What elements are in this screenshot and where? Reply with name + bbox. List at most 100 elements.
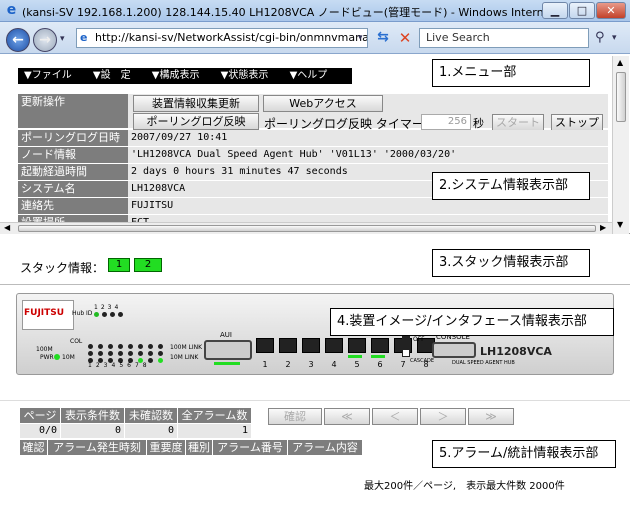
switch-off[interactable] bbox=[402, 336, 410, 344]
search-input[interactable]: Live Search bbox=[419, 28, 589, 48]
divider bbox=[0, 284, 630, 285]
link-10m-label: 10M LINK bbox=[170, 354, 199, 361]
alarm-stats-values: 0/0 0 0 1 bbox=[20, 424, 251, 438]
refresh-icon[interactable]: ⇆ bbox=[373, 29, 393, 47]
ethernet-port[interactable] bbox=[348, 338, 366, 353]
stack-unit-2[interactable]: 2 bbox=[134, 258, 162, 272]
callout-menu: 1.メニュー部 bbox=[432, 59, 590, 87]
search-dropdown-icon[interactable]: ▾ bbox=[612, 33, 617, 43]
info-label: ノード情報 bbox=[18, 147, 128, 163]
stack-label: スタック情報： bbox=[20, 261, 105, 275]
vscroll-thumb[interactable] bbox=[616, 72, 626, 122]
maximize-button[interactable]: □ bbox=[569, 2, 595, 19]
horizontal-scrollbar[interactable]: ◀ ▶ bbox=[0, 222, 612, 234]
col-label: COL bbox=[70, 338, 83, 345]
stats-value: 0/0 bbox=[20, 424, 60, 438]
menu-bar: ▼ファイル ▼設 定 ▼構成表示 ▼状態表示 ▼ヘルプ bbox=[18, 68, 352, 84]
hub-id-numbers: 1234 bbox=[94, 304, 122, 311]
callout-alarm: 5.アラーム/統計情報表示部 bbox=[432, 440, 616, 468]
web-access-button[interactable]: Webアクセス bbox=[263, 95, 383, 112]
history-dropdown-icon[interactable]: ▾ bbox=[60, 34, 65, 44]
ethernet-port[interactable] bbox=[256, 338, 274, 353]
switch-cascade[interactable] bbox=[402, 349, 410, 357]
info-value: 2007/09/27 10:41 bbox=[128, 130, 608, 146]
stats-header: 全アラーム数 bbox=[178, 408, 251, 423]
stop-button[interactable]: ストップ bbox=[551, 114, 603, 131]
info-value: FUJITSU bbox=[128, 198, 608, 214]
timer-input[interactable]: 256 bbox=[421, 114, 471, 130]
divider bbox=[0, 400, 630, 401]
port-8-link bbox=[371, 355, 385, 358]
scroll-up-icon[interactable]: ▲ bbox=[617, 58, 623, 67]
start-button[interactable]: スタート bbox=[492, 114, 544, 131]
ie-logo-icon: e bbox=[6, 2, 17, 18]
info-row: 連絡先 FUJITSU bbox=[18, 198, 608, 214]
alarm-col-header: アラーム番号 bbox=[213, 440, 287, 455]
back-button[interactable]: ← bbox=[6, 28, 30, 52]
scroll-thumb[interactable] bbox=[18, 225, 596, 232]
collect-update-button[interactable]: 装置情報収集更新 bbox=[133, 95, 259, 112]
menu-help[interactable]: ▼ヘルプ bbox=[284, 68, 328, 84]
alarm-stats-header: ページ 表示条件数 未確認数 全アラーム数 bbox=[20, 408, 251, 423]
stats-header: 表示条件数 bbox=[61, 408, 124, 423]
device-model: LH1208VCA bbox=[480, 345, 552, 358]
stats-value: 0 bbox=[61, 424, 124, 438]
callout-stack: 3.スタック情報表示部 bbox=[432, 249, 590, 277]
alarm-col-header: アラーム発生時刻 bbox=[48, 440, 146, 455]
alarm-col-header: アラーム内容 bbox=[288, 440, 362, 455]
polling-log-button[interactable]: ポーリングログ反映 bbox=[133, 113, 259, 130]
port-6-link bbox=[348, 355, 362, 358]
scroll-down-icon[interactable]: ▼ bbox=[617, 220, 623, 229]
hub-id-leds bbox=[94, 312, 123, 317]
menu-file[interactable]: ▼ファイル bbox=[18, 68, 72, 84]
search-icon[interactable]: ⚲ bbox=[595, 30, 605, 45]
callout-system: 2.システム情報表示部 bbox=[432, 172, 590, 200]
info-label: ポーリングログ日時 bbox=[18, 130, 128, 146]
aui-label: AUI bbox=[220, 331, 232, 339]
port-numbers: 12345678 bbox=[262, 360, 429, 369]
ethernet-port[interactable] bbox=[302, 338, 320, 353]
menu-config-view[interactable]: ▼構成表示 bbox=[146, 68, 200, 84]
ethernet-port[interactable] bbox=[325, 338, 343, 353]
stats-value: 1 bbox=[178, 424, 251, 438]
update-label: 更新操作 bbox=[18, 94, 128, 128]
led-100m-label: 100M bbox=[36, 346, 53, 353]
first-page-button[interactable]: ≪ bbox=[324, 408, 370, 425]
menu-status-view[interactable]: ▼状態表示 bbox=[215, 68, 269, 84]
scroll-left-icon[interactable]: ◀ bbox=[4, 223, 10, 232]
alarm-col-header: 重要度 bbox=[147, 440, 185, 455]
alarm-col-header: 種別 bbox=[186, 440, 212, 455]
url-input[interactable]: http://kansi-sv/NetworkAssist/cgi-bin/on… bbox=[76, 28, 368, 48]
menu-settings[interactable]: ▼設 定 bbox=[87, 68, 131, 84]
next-page-button[interactable]: ＞ bbox=[420, 408, 466, 425]
info-label: 連絡先 bbox=[18, 198, 128, 214]
led-pwr-label: PWR bbox=[40, 354, 54, 361]
led-10m-label: 10M bbox=[62, 354, 75, 361]
stack-unit-1[interactable]: 1 bbox=[108, 258, 130, 272]
link-100m-label: 100M LINK bbox=[170, 344, 203, 351]
minimize-button[interactable]: ▁ bbox=[542, 2, 568, 19]
info-label: 起動経過時間 bbox=[18, 164, 128, 180]
url-dropdown-icon[interactable]: ▾ bbox=[358, 33, 363, 43]
aui-port[interactable] bbox=[204, 340, 252, 360]
alarm-table-header: 確認 アラーム発生時刻 重要度 種別 アラーム番号 アラーム内容 bbox=[20, 440, 362, 455]
info-label: システム名 bbox=[18, 181, 128, 197]
device-subtitle: DUAL SPEED AGENT HUB bbox=[452, 360, 515, 366]
window-title: (kansi-SV 192.168.1.200) 128.144.15.40 L… bbox=[22, 6, 576, 19]
last-page-button[interactable]: ≫ bbox=[468, 408, 514, 425]
fujitsu-logo: FUJITSU bbox=[24, 308, 65, 318]
vertical-scrollbar[interactable]: ▲ ▼ bbox=[612, 56, 629, 234]
close-button[interactable]: ✕ bbox=[596, 2, 626, 19]
confirm-button[interactable]: 確認 bbox=[268, 408, 322, 425]
stop-icon[interactable]: ✕ bbox=[396, 29, 414, 47]
info-row: ノード情報 'LH1208VCA Dual Speed Agent Hub' 'V… bbox=[18, 147, 608, 163]
hub-id-label: Hub ID bbox=[72, 310, 93, 317]
prev-page-button[interactable]: ＜ bbox=[372, 408, 418, 425]
stats-value: 0 bbox=[125, 424, 177, 438]
scroll-right-icon[interactable]: ▶ bbox=[600, 223, 606, 232]
ethernet-port[interactable] bbox=[371, 338, 389, 353]
ethernet-port[interactable] bbox=[279, 338, 297, 353]
forward-button[interactable]: → bbox=[33, 28, 57, 52]
cascade-label: CASCADE bbox=[410, 358, 435, 364]
console-port[interactable] bbox=[432, 342, 476, 358]
